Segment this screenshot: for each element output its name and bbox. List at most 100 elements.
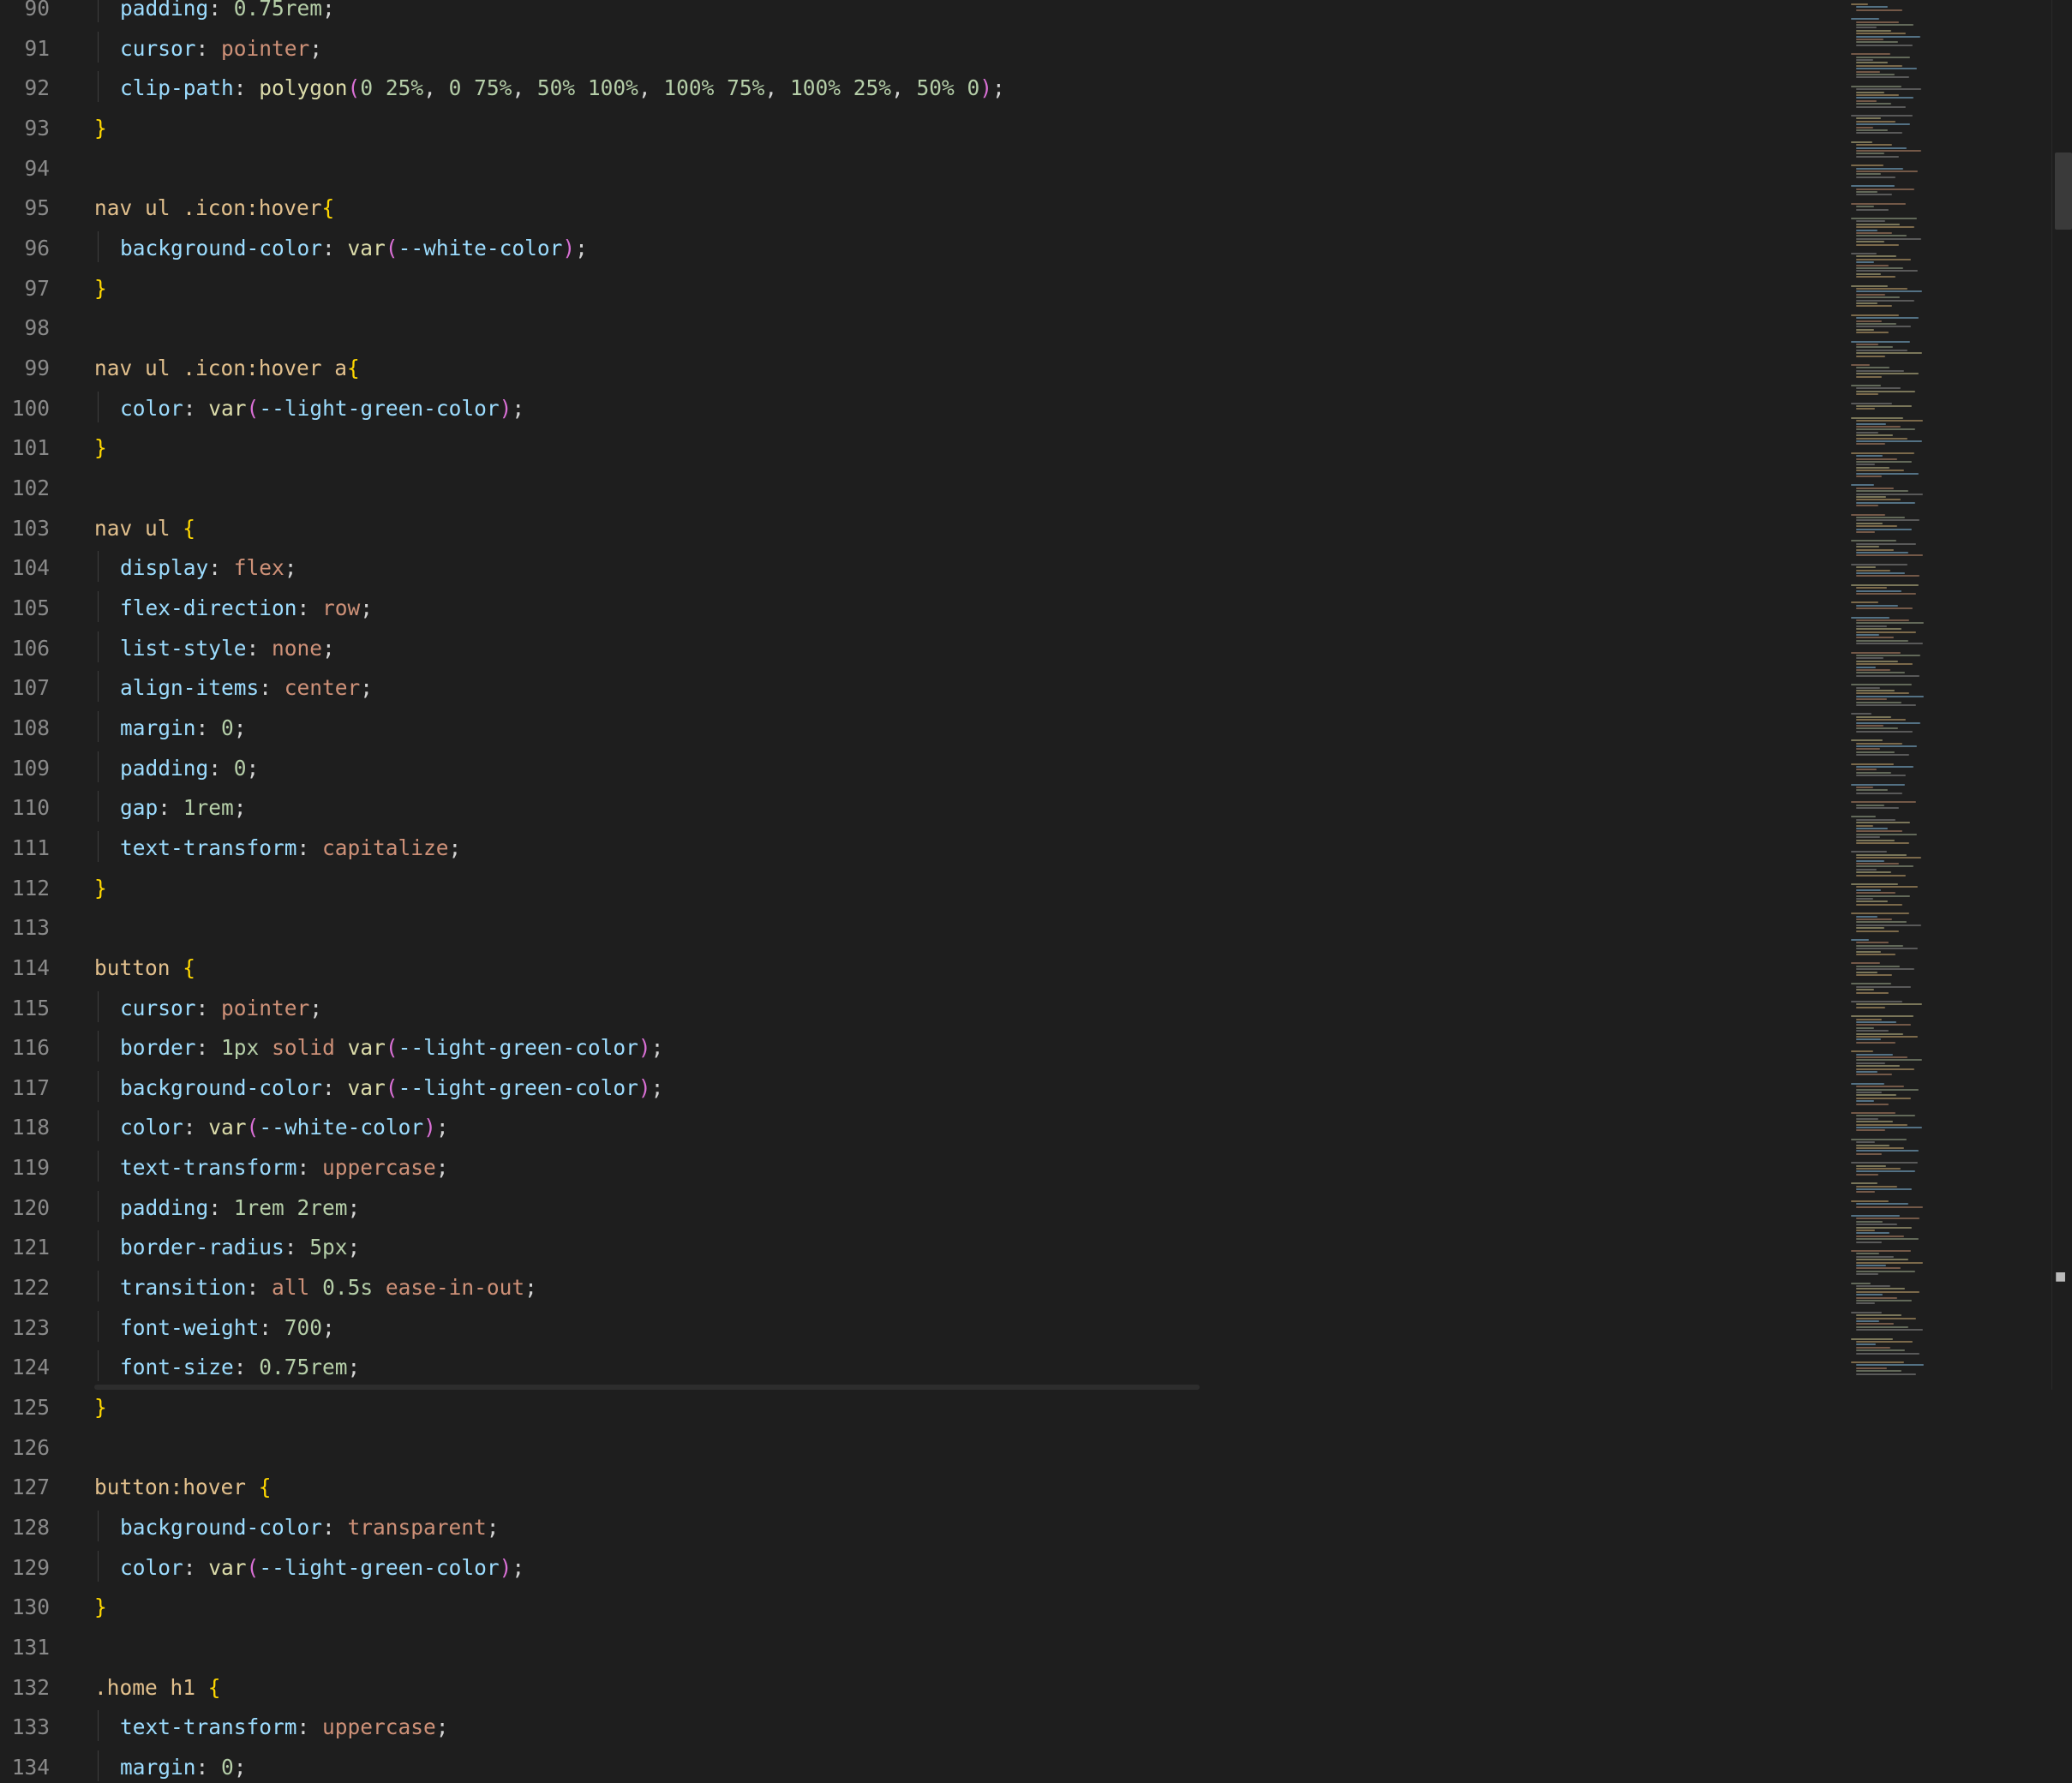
code-text[interactable]: color: var(--white-color); xyxy=(120,1112,449,1143)
code-text[interactable]: cursor: pointer; xyxy=(120,993,322,1024)
code-text[interactable]: padding: 0; xyxy=(120,753,259,784)
code-line[interactable]: 93} xyxy=(0,111,1842,142)
code-text[interactable]: border-radius: 5px; xyxy=(120,1232,360,1263)
code-line[interactable]: 126 xyxy=(0,1431,1842,1462)
code-text[interactable]: } xyxy=(94,873,107,904)
code-line[interactable]: 117 background-color: var(--light-green-c… xyxy=(0,1070,1842,1104)
code-line[interactable]: 111 text-transform: capitalize; xyxy=(0,830,1842,864)
minimap-line xyxy=(1856,320,1882,322)
code-text[interactable]: margin: 0; xyxy=(120,713,247,744)
code-line[interactable]: 98 xyxy=(0,311,1842,342)
vertical-scrollbar[interactable] xyxy=(2051,0,2072,1390)
code-text[interactable]: color: var(--light-green-color); xyxy=(120,393,524,424)
code-text[interactable]: padding: 0.75rem; xyxy=(120,0,335,24)
code-line[interactable]: 97} xyxy=(0,272,1842,302)
indent-guide xyxy=(98,391,99,422)
code-text[interactable]: button:hover { xyxy=(94,1472,272,1503)
code-text[interactable]: color: var(--light-green-color); xyxy=(120,1553,524,1583)
code-line[interactable]: 113 xyxy=(0,911,1842,942)
code-text[interactable]: flex-direction: row; xyxy=(120,593,373,624)
minimap-line xyxy=(1856,344,1878,345)
code-line[interactable]: 125} xyxy=(0,1391,1842,1421)
code-line[interactable]: 103 nav ul { xyxy=(0,512,1842,542)
code-line[interactable]: 90 padding: 0.75rem; xyxy=(0,0,1842,22)
code-line[interactable]: 131 xyxy=(0,1630,1842,1661)
code-line[interactable]: 107 align-items: center; xyxy=(0,671,1842,703)
code-line[interactable]: 133 text-transform: uppercase; xyxy=(0,1710,1842,1743)
code-editor[interactable]: 90 padding: 0.75rem; 91 cursor: pointer; 92 c… xyxy=(0,0,1842,1782)
code-text[interactable]: align-items: center; xyxy=(120,673,373,703)
code-text[interactable]: nav ul .icon:hover{ xyxy=(94,193,334,224)
code-text[interactable]: font-size: 0.75rem; xyxy=(120,1352,360,1383)
code-text[interactable]: .home h1 { xyxy=(94,1672,221,1703)
code-line[interactable]: 121 border-radius: 5px; xyxy=(0,1230,1842,1263)
code-line[interactable]: 92 clip-path: polygon(0 25%, 0 75%, 50% 1… xyxy=(0,71,1842,104)
minimap-line xyxy=(1856,229,1877,231)
horizontal-scrollbar[interactable] xyxy=(94,1385,1200,1390)
code-text[interactable]: background-color: var(--white-color); xyxy=(120,233,588,264)
code-token: 100% 25% xyxy=(789,75,891,101)
scrollbar-thumb[interactable] xyxy=(2055,153,2072,230)
minimap-line xyxy=(1856,857,1921,859)
code-token: ) xyxy=(499,395,512,421)
code-text[interactable]: background-color: var(--light-green-colo… xyxy=(120,1073,663,1104)
code-line[interactable]: 108 margin: 0; xyxy=(0,710,1842,744)
code-line[interactable]: 114 button { xyxy=(0,951,1842,982)
code-line[interactable]: 91 cursor: pointer; xyxy=(0,31,1842,64)
code-line[interactable]: 134 margin: 0; xyxy=(0,1750,1842,1783)
code-text[interactable]: text-transform: uppercase; xyxy=(120,1152,449,1183)
code-text[interactable]: clip-path: polygon(0 25%, 0 75%, 50% 100… xyxy=(120,73,1005,104)
code-line[interactable]: 95 nav ul .icon:hover{ xyxy=(0,191,1842,222)
code-line[interactable]: 128 background-color: transparent; xyxy=(0,1511,1842,1543)
code-text[interactable]: display: flex; xyxy=(120,553,297,583)
code-text[interactable]: transition: all 0.5s ease-in-out; xyxy=(120,1272,537,1303)
code-line[interactable]: 129 color: var(--light-green-color); xyxy=(0,1550,1842,1583)
minimap[interactable] xyxy=(1847,0,2053,1390)
code-text[interactable]: text-transform: uppercase; xyxy=(120,1712,449,1743)
code-text[interactable]: list-style: none; xyxy=(120,633,335,664)
code-line[interactable]: 127 button:hover { xyxy=(0,1470,1842,1501)
code-line[interactable]: 99 nav ul .icon:hover a{ xyxy=(0,351,1842,382)
line-number: 93 xyxy=(24,115,50,141)
code-line[interactable]: 116 border: 1px solid var(--light-green-c… xyxy=(0,1031,1842,1062)
code-text[interactable]: gap: 1rem; xyxy=(120,793,247,823)
code-text[interactable]: border: 1px solid var(--light-green-colo… xyxy=(120,1032,663,1063)
code-line[interactable]: 119 text-transform: uppercase; xyxy=(0,1151,1842,1182)
code-line[interactable]: 110 gap: 1rem; xyxy=(0,791,1842,823)
code-text[interactable]: cursor: pointer; xyxy=(120,33,322,64)
code-line[interactable]: 130} xyxy=(0,1590,1842,1621)
code-line[interactable]: 101} xyxy=(0,431,1842,462)
code-text[interactable]: font-weight: 700; xyxy=(120,1313,335,1343)
code-line[interactable]: 122 transition: all 0.5s ease-in-out; xyxy=(0,1271,1842,1303)
code-line[interactable]: 109 padding: 0; xyxy=(0,751,1842,782)
code-text[interactable]: } xyxy=(94,1592,107,1623)
code-text[interactable]: } xyxy=(94,1392,107,1423)
code-line[interactable]: 115 cursor: pointer; xyxy=(0,990,1842,1024)
minimap-line xyxy=(1856,874,1906,877)
code-line[interactable]: 132 .home h1 { xyxy=(0,1671,1842,1702)
code-line[interactable]: 100 color: var(--light-green-color); xyxy=(0,391,1842,424)
code-text[interactable]: margin: 0; xyxy=(120,1752,247,1783)
code-text[interactable]: } xyxy=(94,273,107,304)
code-text[interactable]: nav ul { xyxy=(94,513,195,544)
code-text[interactable]: } xyxy=(94,113,107,144)
code-text[interactable]: button { xyxy=(94,953,195,984)
code-line[interactable]: 96 background-color: var(--white-color); xyxy=(0,230,1842,264)
code-text[interactable]: } xyxy=(94,433,107,464)
code-text[interactable]: nav ul .icon:hover a{ xyxy=(94,353,360,384)
code-text[interactable]: padding: 1rem 2rem; xyxy=(120,1193,360,1224)
code-line[interactable]: 123 font-weight: 700; xyxy=(0,1310,1842,1343)
minimap-line xyxy=(1851,1337,1893,1340)
code-line[interactable]: 102 xyxy=(0,471,1842,502)
code-text[interactable]: text-transform: capitalize; xyxy=(120,833,461,864)
code-line[interactable]: 120 padding: 1rem 2rem; xyxy=(0,1190,1842,1224)
code-text[interactable]: background-color: transparent; xyxy=(120,1512,500,1543)
code-line[interactable]: 104 display: flex; xyxy=(0,551,1842,583)
code-line[interactable]: 106 list-style: none; xyxy=(0,631,1842,662)
code-line[interactable]: 112} xyxy=(0,871,1842,902)
code-line[interactable]: 118 color: var(--white-color); xyxy=(0,1110,1842,1143)
code-line[interactable]: 94 xyxy=(0,152,1842,182)
minimap-line xyxy=(1851,1250,1911,1252)
code-line[interactable]: 105 flex-direction: row; xyxy=(0,590,1842,624)
code-line[interactable]: 124 font-size: 0.75rem; xyxy=(0,1350,1842,1383)
